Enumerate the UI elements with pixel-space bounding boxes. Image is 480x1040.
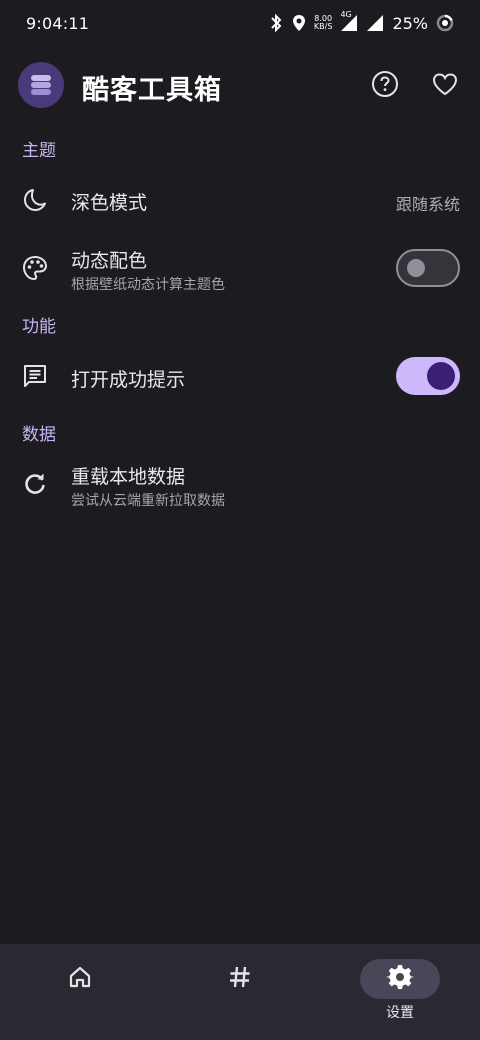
status-time: 9:04:11 bbox=[26, 13, 90, 33]
nav-label-settings: 设置 bbox=[386, 1005, 414, 1021]
setting-dark-mode[interactable]: 深色模式 跟随系统 bbox=[0, 172, 480, 230]
dynamic-color-title: 动态配色 bbox=[71, 250, 148, 272]
battery-percent: 25% bbox=[392, 13, 428, 33]
dark-mode-value: 跟随系统 bbox=[395, 195, 460, 214]
nav-pill-settings bbox=[360, 959, 440, 999]
hash-icon bbox=[227, 964, 253, 994]
message-icon bbox=[20, 361, 50, 391]
section-header-data: 数据 bbox=[22, 425, 56, 445]
gear-icon bbox=[386, 963, 414, 995]
favorite-button[interactable] bbox=[427, 68, 463, 104]
setting-open-success-tip[interactable]: 打开成功提示 bbox=[0, 348, 480, 406]
status-icons: 8.00 KB/S 4G 25% bbox=[268, 10, 454, 33]
section-header-theme: 主题 bbox=[22, 141, 56, 161]
toggle-knob bbox=[407, 259, 425, 277]
nav-pill-home bbox=[40, 959, 120, 999]
signal-icon bbox=[366, 14, 384, 32]
open-success-tip-toggle[interactable] bbox=[396, 357, 460, 395]
dynamic-color-subtitle: 根据壁纸动态计算主题色 bbox=[71, 277, 225, 293]
reload-data-title: 重载本地数据 bbox=[71, 466, 186, 488]
bottom-navigation: 设置 bbox=[0, 944, 480, 1040]
heart-icon bbox=[431, 70, 459, 102]
dark-mode-title: 深色模式 bbox=[71, 192, 148, 214]
moon-icon bbox=[20, 185, 50, 215]
toggle-knob bbox=[427, 362, 455, 390]
home-icon bbox=[67, 964, 93, 994]
battery-ring-icon bbox=[436, 14, 454, 32]
network-speed: 8.00 KB/S bbox=[314, 15, 333, 31]
app-title: 酷客工具箱 bbox=[82, 75, 222, 106]
open-success-tip-title: 打开成功提示 bbox=[71, 369, 186, 391]
bluetooth-icon bbox=[268, 14, 284, 32]
nav-item-home[interactable] bbox=[0, 944, 160, 1040]
palette-icon bbox=[20, 253, 50, 283]
network-speed-unit: KB/S bbox=[313, 22, 333, 31]
nav-pill-tags bbox=[200, 959, 280, 999]
refresh-icon bbox=[20, 469, 50, 499]
help-circle-icon bbox=[371, 70, 399, 102]
reload-data-subtitle: 尝试从云端重新拉取数据 bbox=[71, 493, 225, 509]
signal-4g-icon: 4G bbox=[340, 10, 358, 32]
network-type: 4G bbox=[340, 10, 352, 19]
dynamic-color-toggle[interactable] bbox=[396, 249, 460, 287]
help-button[interactable] bbox=[367, 68, 403, 104]
app-logo-icon bbox=[18, 62, 64, 108]
section-header-features: 功能 bbox=[22, 317, 56, 337]
app-bar: 酷客工具箱 bbox=[0, 58, 480, 114]
status-bar: 9:04:11 8.00 KB/S 4G 25% bbox=[0, 0, 480, 46]
setting-dynamic-color[interactable]: 动态配色 根据壁纸动态计算主题色 bbox=[0, 238, 480, 298]
setting-reload-data[interactable]: 重载本地数据 尝试从云端重新拉取数据 bbox=[0, 456, 480, 516]
nav-item-tags[interactable] bbox=[160, 944, 320, 1040]
nav-item-settings[interactable]: 设置 bbox=[320, 944, 480, 1040]
location-icon bbox=[292, 14, 306, 32]
